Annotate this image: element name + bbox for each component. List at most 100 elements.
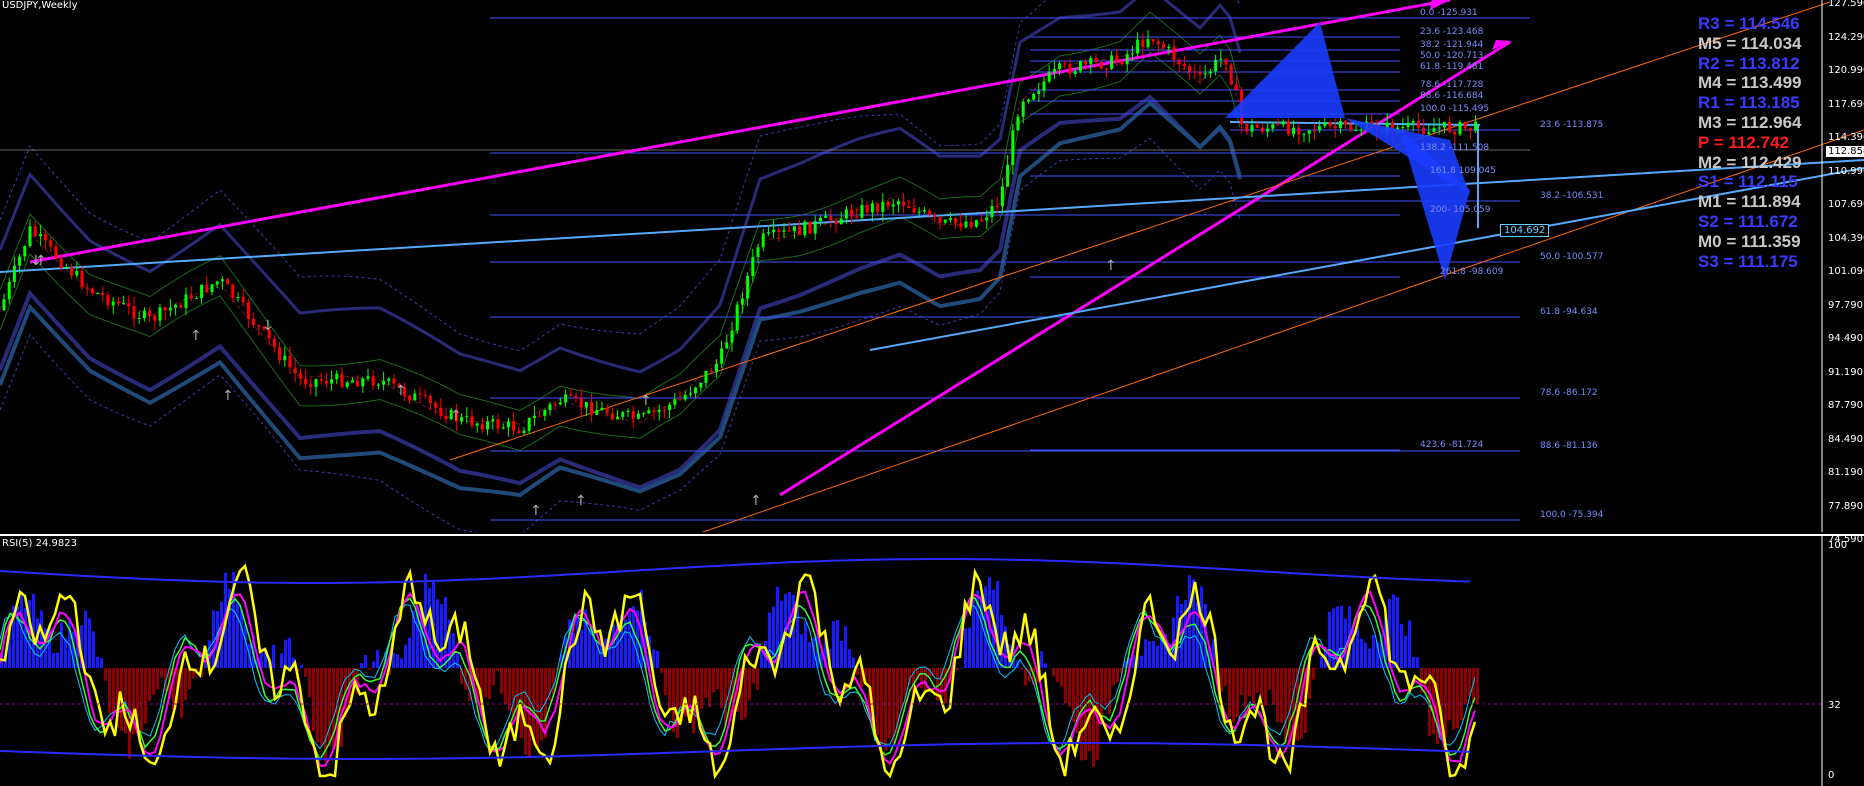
candle-body xyxy=(647,410,651,414)
histogram-bar xyxy=(964,628,967,668)
fib-level-label: 61.8 -94.634 xyxy=(1540,307,1598,317)
candle-body xyxy=(1442,122,1446,128)
fib-level-label: 23.6 -123.468 xyxy=(1420,27,1484,37)
candle-body xyxy=(834,220,838,225)
candle-body xyxy=(538,415,542,417)
price-axis-tick: 124.290 xyxy=(1828,31,1864,43)
candle-body xyxy=(1032,93,1036,100)
candle-body xyxy=(418,393,422,395)
histogram-bar xyxy=(1064,668,1067,703)
candle-body xyxy=(876,203,880,212)
candle-body xyxy=(642,413,646,415)
candle-body xyxy=(1214,59,1218,72)
candle-body xyxy=(1245,123,1249,132)
price-axis-tick: 117.690 xyxy=(1828,98,1864,110)
fractal-arrow-icon: ↑ xyxy=(450,408,462,424)
histogram-bar xyxy=(152,668,155,695)
histogram-bar xyxy=(84,610,87,668)
histogram-bar xyxy=(1368,648,1371,668)
trend-lines xyxy=(0,0,1864,532)
histogram-bar xyxy=(112,668,115,713)
histogram-bar xyxy=(752,668,755,684)
histogram-bar xyxy=(880,668,883,746)
histogram-bar xyxy=(1316,668,1319,670)
candle-body xyxy=(226,279,230,285)
pivot-level-label: S1 = 112.115 xyxy=(1698,172,1798,192)
histogram-bar xyxy=(1400,623,1403,668)
candle-body xyxy=(527,417,531,431)
histogram-bar xyxy=(1104,668,1107,706)
candle-body xyxy=(865,204,869,213)
candle-body xyxy=(1344,121,1348,125)
pivot-level-label: R1 = 113.185 xyxy=(1698,93,1800,113)
candle-body xyxy=(231,284,235,298)
histogram-bar xyxy=(1312,668,1315,680)
candle-body xyxy=(122,303,126,305)
candle-body xyxy=(995,205,999,207)
candle-body xyxy=(569,394,573,396)
candle-body xyxy=(616,416,620,420)
candle-body xyxy=(345,382,349,387)
candle-body xyxy=(1052,69,1056,73)
histogram-bar xyxy=(104,668,107,681)
candle-body xyxy=(922,210,926,212)
candle-body xyxy=(1104,68,1108,70)
candle-body xyxy=(288,355,292,368)
histogram-bar xyxy=(328,668,331,747)
oscillator-area[interactable] xyxy=(0,536,1864,786)
candle-body xyxy=(194,298,198,300)
histogram-bar xyxy=(1060,668,1063,687)
histogram-bar xyxy=(1152,640,1155,668)
candle-body xyxy=(1302,133,1306,135)
candle-body xyxy=(1011,130,1015,165)
candle-body xyxy=(1474,121,1478,131)
histogram-bar xyxy=(184,668,187,701)
candle-body xyxy=(1297,127,1301,135)
candle-body xyxy=(444,415,448,420)
candle-body xyxy=(933,214,937,218)
candle-body xyxy=(142,310,146,319)
histogram-bar xyxy=(56,652,59,668)
histogram-bar xyxy=(1188,575,1191,668)
histogram-bar xyxy=(1144,639,1147,668)
candle-body xyxy=(1172,46,1176,60)
pivot-level-label: M1 = 111.894 xyxy=(1698,192,1801,212)
candle-body xyxy=(1229,64,1233,85)
candle-body xyxy=(605,407,609,414)
histogram-bar xyxy=(744,668,747,719)
candle-body xyxy=(1151,39,1155,42)
candle-body xyxy=(506,421,510,428)
chart-window[interactable]: USDJPY,Weekly ↑ ↑ ↑ ↑ ↑ ↑ ↑ ↑ ↑ ↑ ↓ ↓ 0.0 -125.931 2… xyxy=(0,0,1864,786)
candle-body xyxy=(1406,122,1410,127)
histogram-bar xyxy=(808,641,811,668)
candle-body xyxy=(12,265,16,282)
panel-separator[interactable] xyxy=(0,534,1864,536)
histogram-bar xyxy=(1140,655,1143,668)
histogram-bar xyxy=(1444,668,1447,738)
histogram-bar xyxy=(1228,668,1231,717)
candle-body xyxy=(730,330,734,343)
candle-body xyxy=(1000,186,1004,207)
candle-body xyxy=(1021,101,1025,117)
candle-body xyxy=(1094,57,1098,62)
histogram-bar xyxy=(1044,663,1047,668)
histogram-bar xyxy=(656,650,659,668)
histogram-bar xyxy=(148,668,151,701)
histogram-bar xyxy=(236,603,239,668)
fib-level-label: 423.6 -81.724 xyxy=(1420,440,1484,450)
price-chart-area[interactable]: ↑↑↑ ↑↑↑↑↑↑↑↓↓ xyxy=(0,0,1864,532)
candle-body xyxy=(80,270,84,288)
candle-body xyxy=(434,403,438,408)
candle-body xyxy=(714,363,718,372)
candle-body xyxy=(1130,53,1134,55)
candle-body xyxy=(896,201,900,205)
candle-body xyxy=(1250,125,1254,132)
green-ma xyxy=(0,51,1241,452)
candle-body xyxy=(590,401,594,415)
histogram-bar xyxy=(360,662,363,668)
candle-body xyxy=(985,217,989,221)
histogram-bar xyxy=(68,617,71,668)
candle-body xyxy=(1458,121,1462,135)
candle-body xyxy=(59,258,63,268)
candle-body xyxy=(1427,132,1431,135)
